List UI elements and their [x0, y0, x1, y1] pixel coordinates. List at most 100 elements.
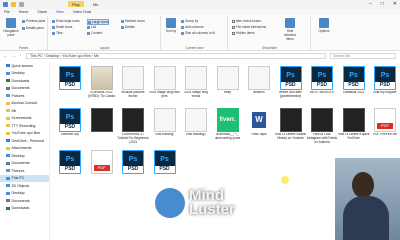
- file-item[interactable]: Ikonikai youtube thumb: [117, 66, 149, 102]
- back-arrow-icon[interactable]: ←: [3, 53, 8, 59]
- layout-list[interactable]: List: [87, 25, 96, 29]
- forward-arrow-icon[interactable]: →: [11, 53, 16, 59]
- file-name: [117, 175, 149, 186]
- layout-tiles[interactable]: Tiles: [52, 31, 63, 35]
- folder-icon: [6, 71, 10, 75]
- nav-item[interactable]: Quick access: [0, 62, 49, 70]
- layout-content[interactable]: Content: [87, 31, 102, 35]
- list-icon: [87, 25, 90, 29]
- photoshop-file-icon: Ps PSD: [122, 150, 144, 174]
- file-item[interactable]: Ps PSD: [54, 150, 86, 186]
- folder-icon: [6, 161, 10, 165]
- layout-medium-icons[interactable]: Medium icons: [121, 19, 145, 23]
- nav-item[interactable]: Mk: [0, 107, 49, 115]
- folder-icon: [6, 86, 10, 90]
- watermark-text: Mind Luster: [189, 188, 235, 217]
- file-item[interactable]: Ps PSD chat my supplier: [369, 66, 400, 102]
- nav-item[interactable]: Attachments: [0, 145, 49, 153]
- file-item[interactable]: iCorNclus 2022 (NTBD): Tic Canda: [86, 66, 118, 102]
- file-item[interactable]: W Hello hays: [243, 108, 275, 144]
- save-icon[interactable]: [3, 2, 8, 7]
- add-columns-button[interactable]: Add columns: [181, 25, 203, 29]
- nav-item[interactable]: Documents: [0, 160, 49, 168]
- folder-icon: [6, 101, 10, 105]
- file-item[interactable]: 2024 image blog extras: [180, 66, 212, 102]
- file-item[interactable]: How To Delete Search History on Youtube: [275, 108, 307, 144]
- nav-item[interactable]: OneDrive - Personal: [0, 137, 49, 145]
- nav-item-label: Desktop: [11, 71, 25, 76]
- nav-item-label: Ikonikai Consult: [11, 101, 37, 106]
- nav-item[interactable]: Desktop: [0, 190, 49, 198]
- file-item[interactable]: PDF PDF Print file me: [369, 108, 400, 144]
- up-arrow-icon[interactable]: ↑: [19, 53, 22, 59]
- file-item[interactable]: How To Delete a quick YouTube: [338, 108, 370, 144]
- group-by-button[interactable]: Group by: [181, 19, 198, 23]
- preview-pane-button[interactable]: Preview pane: [22, 19, 45, 23]
- file-item[interactable]: Ps PSD Camtasia 2022: [338, 66, 370, 102]
- group-by-icon: [181, 19, 184, 23]
- file-name: 2024 image blog extras: [184, 91, 208, 98]
- folder-icon[interactable]: [11, 2, 16, 7]
- file-name: chat my supplier: [373, 91, 397, 94]
- nav-item[interactable]: Desktop: [0, 152, 49, 160]
- folder-icon: [6, 199, 10, 203]
- document-thumbnail: [185, 66, 207, 90]
- hidden-items-checkbox[interactable]: Hidden items: [232, 31, 255, 35]
- size-columns-button[interactable]: Size all columns to fit: [181, 31, 215, 35]
- file-item[interactable]: Ps PSD: [54, 66, 86, 102]
- nav-item[interactable]: Downloads: [0, 205, 49, 213]
- file-item[interactable]: ebay: [212, 66, 244, 102]
- maximize-button[interactable]: □: [381, 1, 384, 7]
- file-item[interactable]: [86, 108, 118, 144]
- panes-group-label: Panes: [18, 46, 29, 50]
- nav-item[interactable]: Screenshots: [0, 115, 49, 123]
- folder-icon: [6, 109, 10, 113]
- layout-small-icons[interactable]: Small icons: [52, 25, 72, 29]
- nav-item[interactable]: Downloads: [0, 77, 49, 85]
- close-button[interactable]: ✕: [393, 1, 397, 7]
- layout-extra-large-icons[interactable]: Extra large icons: [52, 19, 80, 23]
- nav-item[interactable]: Desktop: [0, 70, 49, 78]
- nav-item[interactable]: Pictures: [0, 167, 49, 175]
- file-item[interactable]: 2024 image blog intro pres: [149, 66, 181, 102]
- options-button[interactable]: Options: [316, 18, 332, 33]
- file-name-extensions-checkbox[interactable]: File name extensions: [232, 25, 266, 29]
- item-check-boxes-checkbox[interactable]: Item check boxes: [232, 19, 261, 23]
- layout-details[interactable]: Details: [121, 25, 135, 29]
- video-thumbnail: [311, 108, 333, 132]
- show-hide-group: Item check boxes File name extensions Hi…: [229, 16, 311, 50]
- file-item[interactable]: amazon: [243, 66, 275, 102]
- file-item[interactable]: Ps PSD: [117, 150, 149, 186]
- nav-item[interactable]: Pictures: [0, 92, 49, 100]
- photoshop-file-icon: Ps PSD: [59, 108, 81, 132]
- file-item[interactable]: Ps PSD combine clip: [54, 108, 86, 144]
- nav-item[interactable]: Ikonikai Consult: [0, 100, 49, 108]
- search-input[interactable]: Search Mk: [330, 53, 396, 59]
- nav-item[interactable]: This PC: [0, 174, 49, 182]
- file-item[interactable]: PDF: [86, 150, 118, 186]
- nav-item[interactable]: TTT Recording: [0, 122, 49, 130]
- hide-selected-items-button[interactable]: Hide selected items: [281, 18, 299, 41]
- checkbox-icon: [232, 25, 235, 29]
- manage-tab[interactable]: Play: [68, 1, 84, 7]
- nav-item[interactable]: YouTube upo files: [0, 130, 49, 138]
- file-item[interactable]: cost tracking: [149, 108, 181, 144]
- file-item[interactable]: CorelDRAW X7 Tutorial For Beginners | 20…: [117, 108, 149, 144]
- address-bar[interactable]: This PC › Desktop › YouTube upo files › …: [26, 53, 326, 59]
- nav-item[interactable]: Documents: [0, 85, 49, 93]
- file-item[interactable]: fiverr. download__*.*_ unrecording yours: [212, 108, 244, 144]
- folder-icon: [6, 139, 10, 143]
- chevron-down-icon[interactable]: [19, 2, 24, 7]
- photoshop-file-icon: Ps PSD: [59, 150, 81, 174]
- minimize-button[interactable]: –: [369, 1, 372, 7]
- nav-item[interactable]: 3D Objects: [0, 182, 49, 190]
- file-item[interactable]: cost tracking2: [180, 108, 212, 144]
- file-item[interactable]: Ps PSD before and after (powerdirector): [275, 66, 307, 102]
- file-item[interactable]: Ps PSD BEST WEBSITE: [306, 66, 338, 102]
- navigation-pane-button[interactable]: Navigation pane: [2, 18, 20, 37]
- details-pane-button[interactable]: Details pane: [22, 26, 44, 30]
- sort-by-button[interactable]: Sort by: [164, 18, 178, 33]
- file-item[interactable]: Ps PSD: [149, 150, 181, 186]
- nav-item[interactable]: Documents: [0, 197, 49, 205]
- file-item[interactable]: How to Lock Instagram with Fabric on And…: [306, 108, 338, 144]
